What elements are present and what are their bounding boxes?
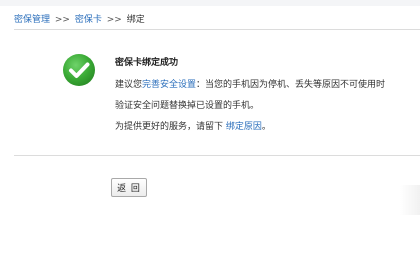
suggestion-line: 建议您完善安全设置：当您的手机因为停机、丢失等原因不可使用时 xyxy=(115,75,420,96)
suggestion-prefix: 建议您 xyxy=(115,80,143,90)
bottom-divider xyxy=(14,155,420,156)
result-title: 密保卡绑定成功 xyxy=(115,58,179,68)
breadcrumb-separator: >> xyxy=(54,15,70,25)
binding-reason-link[interactable]: 绑定原因 xyxy=(226,122,262,132)
suggestion-suffix: ：当您的手机因为停机、丢失等原因不可使用时 xyxy=(196,80,386,90)
complete-security-settings-link[interactable]: 完善安全设置 xyxy=(142,80,196,90)
breadcrumb-separator: >> xyxy=(106,15,122,25)
top-divider xyxy=(14,29,420,30)
breadcrumb-item-security-management[interactable]: 密保管理 xyxy=(14,15,50,25)
page: 密保管理 >> 密保卡 >> 绑定 密保卡绑定成功 建议您完善安全设置：当您的手… xyxy=(0,0,420,280)
suggestion-line-2: 验证安全问题替换掉已设置的手机。 xyxy=(115,101,260,111)
breadcrumb-item-security-card[interactable]: 密保卡 xyxy=(75,15,102,25)
reason-line: 为提供更好的服务，请留下 绑定原因。 xyxy=(115,117,420,138)
breadcrumb: 密保管理 >> 密保卡 >> 绑定 xyxy=(14,12,145,25)
reason-suffix: 。 xyxy=(261,122,271,132)
breadcrumb-current: 绑定 xyxy=(126,15,145,25)
right-edge-fade xyxy=(400,185,420,215)
reason-prefix: 为提供更好的服务，请留下 xyxy=(115,122,226,132)
success-check-icon xyxy=(63,54,95,86)
result-message: 密保卡绑定成功 建议您完善安全设置：当您的手机因为停机、丢失等原因不可使用时 验… xyxy=(115,55,420,138)
top-edge xyxy=(0,0,420,6)
back-button[interactable]: 返 回 xyxy=(111,178,147,197)
